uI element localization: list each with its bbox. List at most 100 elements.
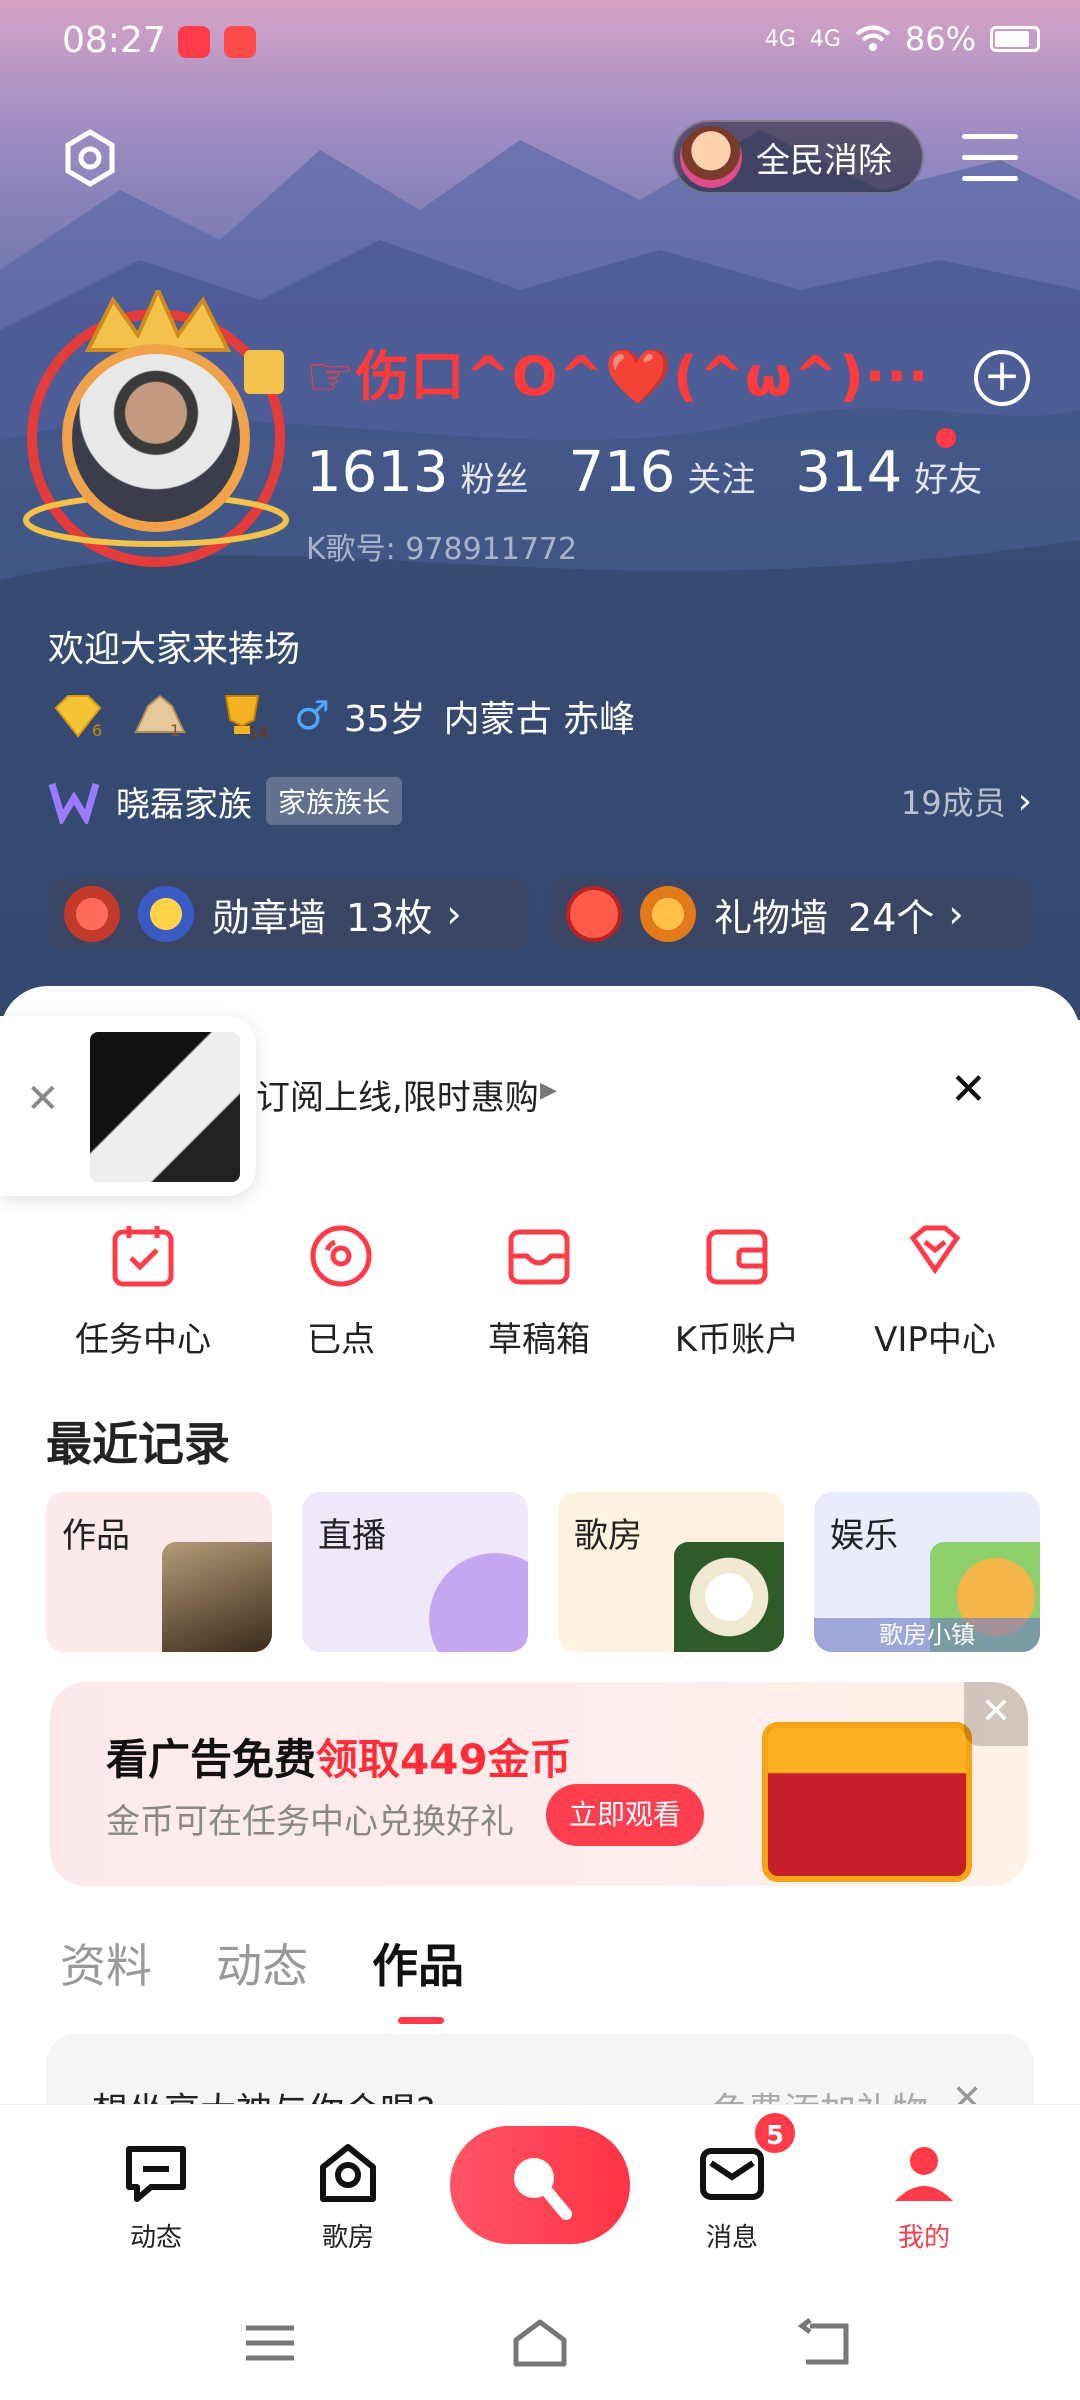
tab-feed[interactable]: 动态 bbox=[216, 1930, 308, 1996]
shortcut-task-center[interactable]: 任务中心 bbox=[44, 1220, 242, 1361]
task-icon bbox=[112, 1226, 174, 1287]
nav-me[interactable]: 我的 bbox=[864, 2141, 984, 2254]
male-gender-icon: ♂ bbox=[294, 693, 330, 739]
shortcut-vip-center[interactable]: VIP中心 bbox=[836, 1220, 1034, 1361]
trophy-level-icon[interactable]: 14 bbox=[212, 692, 272, 740]
chevron-right-icon: › bbox=[446, 892, 462, 936]
medal-wall-label: 勋章墙 bbox=[212, 895, 327, 940]
fortune-gift-icon bbox=[640, 886, 696, 942]
chevron-right-icon: › bbox=[1017, 780, 1032, 822]
svg-text:6: 6 bbox=[92, 721, 102, 740]
ad-banner[interactable]: 看广告免费领取449金币 金币可在任务中心兑换好礼 立即观看 ✕ bbox=[50, 1682, 1028, 1886]
shortcut-label: 草稿箱 bbox=[488, 1320, 590, 1360]
add-icon[interactable]: + bbox=[974, 350, 1030, 406]
menu-icon[interactable] bbox=[962, 134, 1018, 182]
recent-ktv-room-card[interactable]: 歌房 bbox=[558, 1492, 784, 1652]
crown-level-icon[interactable]: 1 bbox=[130, 692, 190, 740]
recent-entertainment-card[interactable]: 娱乐 歌房小镇 bbox=[814, 1492, 1040, 1652]
live-tv-icon bbox=[418, 1542, 528, 1652]
diamond-icon bbox=[909, 1225, 961, 1275]
level-badges: 6 1 14 ♂ 35岁 内蒙古 赤峰 bbox=[48, 690, 635, 742]
recent-title: 最近记录 bbox=[46, 1417, 230, 1471]
tab-profile-info[interactable]: 资料 bbox=[60, 1930, 152, 1996]
svg-text:14: 14 bbox=[248, 723, 268, 740]
disc-icon bbox=[310, 1225, 372, 1287]
status-time: 08:27 bbox=[62, 20, 166, 61]
location-text: 内蒙古 赤峰 bbox=[443, 699, 636, 740]
gift-wall-label: 礼物墙 bbox=[714, 895, 829, 940]
avatar-with-frame[interactable] bbox=[18, 290, 298, 570]
shortcut-drafts[interactable]: 草稿箱 bbox=[440, 1220, 638, 1361]
network-4g-icon: 4G bbox=[764, 26, 796, 52]
walls-row: 勋章墙 13枚 › 礼物墙 24个 › bbox=[48, 878, 1032, 950]
drafts-icon bbox=[508, 1229, 570, 1285]
gift-wall-button[interactable]: 礼物墙 24个 › bbox=[550, 878, 1032, 950]
song-cover[interactable] bbox=[90, 1032, 240, 1182]
promo-text[interactable]: 订阅上线,限时惠购 bbox=[256, 1070, 539, 1119]
back-icon[interactable] bbox=[796, 2318, 856, 2368]
sing-button[interactable] bbox=[450, 2126, 630, 2244]
mini-player-close-icon[interactable]: ✕ bbox=[26, 1076, 60, 1122]
recent-card-label: 作品 bbox=[62, 1516, 130, 1556]
tab-works[interactable]: 作品 bbox=[372, 1930, 464, 2024]
shortcut-kcoin-account[interactable]: K币账户 bbox=[638, 1220, 836, 1361]
follow-label[interactable]: 关注 bbox=[687, 452, 755, 501]
nav-messages[interactable]: 消息 bbox=[672, 2141, 792, 2254]
diamond-level-icon[interactable]: 6 bbox=[48, 692, 108, 740]
nav-label: 歌房 bbox=[321, 2223, 374, 2253]
shortcut-label: 任务中心 bbox=[75, 1320, 211, 1360]
nav-label: 消息 bbox=[705, 2223, 758, 2253]
recent-live-card[interactable]: 直播 bbox=[302, 1492, 528, 1652]
fans-count[interactable]: 1613 bbox=[306, 440, 449, 505]
fans-label[interactable]: 粉丝 bbox=[461, 452, 529, 501]
ad-headline-prefix: 看广告免费 bbox=[106, 1735, 317, 1784]
follow-count[interactable]: 716 bbox=[569, 440, 676, 505]
promo-close-icon[interactable]: ✕ bbox=[950, 1064, 987, 1115]
ad-headline: 看广告免费领取449金币 bbox=[106, 1726, 572, 1787]
shortcut-label: 已点 bbox=[307, 1320, 375, 1360]
works-thumbnail bbox=[162, 1542, 272, 1652]
medal-wall-button[interactable]: 勋章墙 13枚 › bbox=[48, 878, 530, 950]
recent-card-label: 直播 bbox=[318, 1516, 386, 1556]
svg-text:1: 1 bbox=[170, 721, 180, 740]
shortcut-row: 任务中心 已点 草稿箱 K币账户 VIP中心 bbox=[0, 1220, 1080, 1361]
nav-feed[interactable]: 动态 bbox=[96, 2141, 216, 2254]
nav-ktv-room[interactable]: 歌房 bbox=[288, 2141, 408, 2254]
ad-headline-highlight: 领取449金币 bbox=[316, 1735, 572, 1784]
nav-label: 动态 bbox=[129, 2223, 182, 2253]
battery-percent: 86% bbox=[904, 20, 976, 58]
friends-count[interactable]: 314 bbox=[795, 440, 902, 505]
family-row[interactable]: 晓磊家族 家族族长 19成员 › bbox=[48, 776, 1032, 826]
profile-stats: 1613 粉丝 716 关注 314 好友 bbox=[306, 440, 982, 505]
game-avatar-icon bbox=[680, 126, 742, 188]
message-icon bbox=[700, 2148, 764, 2200]
chevron-right-icon: › bbox=[948, 892, 964, 936]
medal-icon bbox=[64, 886, 120, 942]
recent-card-label: 歌房 bbox=[574, 1516, 642, 1556]
family-name: 晓磊家族 bbox=[116, 784, 252, 825]
profile-icon bbox=[895, 2147, 953, 2201]
wifi-icon bbox=[855, 25, 891, 51]
system-nav-bar bbox=[0, 2284, 1080, 2400]
wallet-icon bbox=[706, 1229, 768, 1285]
battery-icon bbox=[990, 26, 1040, 52]
recent-apps-icon[interactable] bbox=[240, 2318, 300, 2368]
shortcut-ordered[interactable]: 已点 bbox=[242, 1220, 440, 1361]
kge-app-icon bbox=[178, 26, 210, 58]
video-app-icon bbox=[224, 26, 256, 58]
game-entry-button[interactable]: 全民消除 bbox=[672, 120, 924, 194]
game-label: 全民消除 bbox=[756, 140, 892, 181]
friends-label[interactable]: 好友 bbox=[914, 452, 982, 501]
play-arrow-icon: ▶ bbox=[540, 1078, 557, 1103]
avatar bbox=[62, 344, 250, 532]
mini-player[interactable]: ✕ bbox=[0, 1016, 256, 1196]
settings-icon[interactable] bbox=[60, 128, 120, 188]
lotus-thumbnail bbox=[674, 1542, 784, 1652]
profile-bio: 欢迎大家来捧场 bbox=[48, 629, 301, 670]
recent-card-subtitle: 歌房小镇 bbox=[814, 1618, 1040, 1652]
watch-now-button[interactable]: 立即观看 bbox=[546, 1784, 704, 1846]
home-icon[interactable] bbox=[510, 2318, 570, 2368]
recent-card-label: 娱乐 bbox=[830, 1516, 898, 1556]
recent-works-card[interactable]: 作品 bbox=[46, 1492, 272, 1652]
ktv-room-icon bbox=[320, 2144, 376, 2202]
